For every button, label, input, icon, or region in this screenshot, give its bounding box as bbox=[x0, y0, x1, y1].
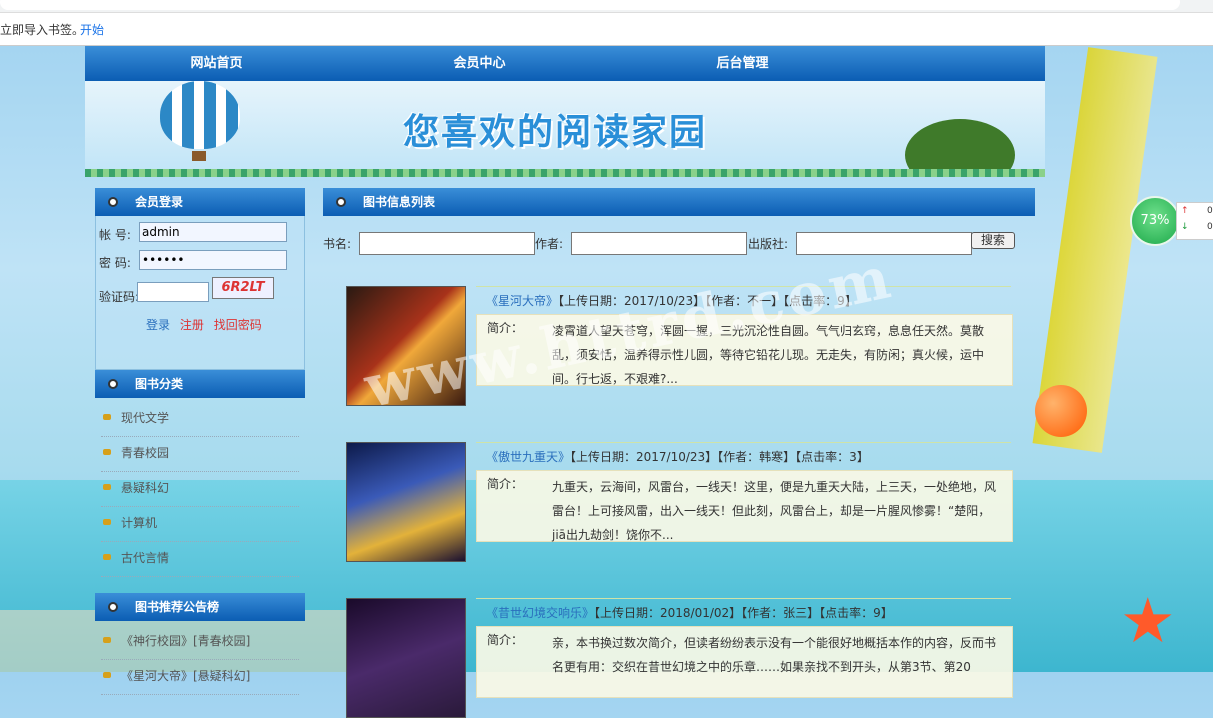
background-cherry bbox=[1035, 385, 1087, 437]
book-intro-box: 简介： 亲，本书换过数次简介，但读者纷纷表示没有一个能很好地概括本作的内容，反而… bbox=[476, 626, 1013, 698]
search-bar: 书名: 作者: 出版社: 搜索 bbox=[323, 232, 1035, 256]
site-container: 网站首页 会员中心 后台管理 您喜欢的阅读家园 会员登录 帐 号: 密 码: 验… bbox=[85, 46, 1045, 718]
category-list: 现代文学 青春校园 悬疑科幻 计算机 古代言情 bbox=[95, 398, 305, 577]
book-cover-image[interactable] bbox=[346, 598, 466, 718]
speed-widget[interactable]: 73% ↑ 0 ↓ 0 bbox=[1130, 196, 1213, 246]
recover-password-link[interactable]: 找回密码 bbox=[214, 318, 262, 332]
book-intro-box: 简介： 九重天，云海间，风雷台，一线天！这里，便是九重天大陆，上三天，一处绝地，… bbox=[476, 470, 1013, 542]
speaker-icon bbox=[103, 449, 111, 455]
author-label: 作者: bbox=[535, 237, 564, 251]
sidebar: 会员登录 帐 号: 密 码: 验证码: 6R2LT 登录 注册 找回密码 图书分… bbox=[95, 188, 305, 695]
author-input[interactable] bbox=[571, 232, 747, 255]
recommend-item[interactable]: 《星河大帝》[悬疑科幻] bbox=[101, 660, 299, 695]
account-label: 帐 号: bbox=[99, 228, 131, 242]
speaker-icon bbox=[103, 519, 111, 525]
book-title-link[interactable]: 《昔世幻境交响乐》 bbox=[486, 606, 594, 620]
category-panel-title: 图书分类 bbox=[95, 370, 305, 398]
speaker-icon bbox=[103, 672, 111, 678]
category-item[interactable]: 现代文学 bbox=[101, 402, 299, 437]
speaker-icon bbox=[103, 414, 111, 420]
book-list-panel-title: 图书信息列表 bbox=[323, 188, 1035, 216]
category-item[interactable]: 古代言情 bbox=[101, 542, 299, 577]
download-arrow-icon: ↓ bbox=[1181, 222, 1189, 232]
book-header: 《傲世九重天》【上传日期：2017/10/23】【作者：韩寒】【点击率：3】 bbox=[486, 448, 869, 465]
login-links: 登录 注册 找回密码 bbox=[146, 316, 268, 333]
book-title-link[interactable]: 《傲世九重天》 bbox=[486, 450, 570, 464]
login-panel-title: 会员登录 bbox=[95, 188, 305, 216]
banner-title: 您喜欢的阅读家园 bbox=[403, 111, 708, 153]
login-link[interactable]: 登录 bbox=[146, 318, 170, 332]
intro-label: 简介： bbox=[487, 477, 524, 491]
bookmark-hint: 立即导入书签。 bbox=[0, 23, 85, 37]
book-header: 《昔世幻境交响乐》【上传日期：2018/01/02】【作者：张三】【点击率：9】 bbox=[486, 604, 893, 621]
divider bbox=[476, 598, 1011, 599]
nav-admin[interactable]: 后台管理 bbox=[611, 46, 874, 81]
background-starfish: ★ bbox=[1120, 584, 1176, 657]
speaker-icon bbox=[103, 637, 111, 643]
password-label: 密 码: bbox=[99, 256, 131, 270]
top-nav: 网站首页 会员中心 后台管理 bbox=[85, 46, 1045, 81]
download-value: 0 bbox=[1207, 222, 1213, 232]
category-label: 古代言情 bbox=[121, 551, 170, 565]
account-input[interactable] bbox=[139, 222, 287, 242]
category-label: 现代文学 bbox=[121, 411, 170, 425]
captcha-label: 验证码: bbox=[99, 290, 140, 304]
category-item[interactable]: 悬疑科幻 bbox=[101, 472, 299, 507]
bullet-icon bbox=[108, 379, 118, 389]
recommend-item[interactable]: 《神行校园》[青春校园] bbox=[101, 625, 299, 660]
banner: 您喜欢的阅读家园 bbox=[85, 81, 1045, 177]
book-description: 九重天，云海间，风雷台，一线天！这里，便是九重天大陆，上三天，一处绝地，风雷台！… bbox=[552, 480, 997, 542]
speaker-icon bbox=[103, 554, 111, 560]
category-label: 青春校园 bbox=[121, 446, 170, 460]
publisher-label: 出版社: bbox=[748, 237, 789, 251]
category-label: 计算机 bbox=[121, 516, 158, 530]
bullet-icon bbox=[336, 197, 346, 207]
category-panel-title-text: 图书分类 bbox=[135, 377, 184, 391]
divider bbox=[476, 442, 1011, 443]
book-item: 《昔世幻境交响乐》【上传日期：2018/01/02】【作者：张三】【点击率：9】… bbox=[346, 598, 1013, 718]
upload-value: 0 bbox=[1207, 206, 1213, 216]
banner-grass bbox=[85, 169, 1045, 177]
bookmark-start-link[interactable]: 开始 bbox=[80, 21, 104, 38]
recommend-label: 《星河大帝》[悬疑科幻] bbox=[121, 669, 251, 683]
nav-member-center[interactable]: 会员中心 bbox=[348, 46, 611, 81]
recommend-list: 《神行校园》[青春校园] 《星河大帝》[悬疑科幻] bbox=[95, 621, 305, 695]
recommend-panel-title-text: 图书推荐公告榜 bbox=[135, 600, 220, 614]
recommend-panel-title: 图书推荐公告榜 bbox=[95, 593, 305, 621]
password-input[interactable] bbox=[139, 250, 287, 270]
category-label: 悬疑科幻 bbox=[121, 481, 170, 495]
register-link[interactable]: 注册 bbox=[180, 318, 204, 332]
speed-panel: ↑ 0 ↓ 0 bbox=[1176, 202, 1213, 240]
login-form: 帐 号: 密 码: 验证码: 6R2LT 登录 注册 找回密码 bbox=[95, 216, 305, 370]
address-bar[interactable] bbox=[0, 0, 1180, 10]
upload-arrow-icon: ↑ bbox=[1181, 206, 1189, 216]
search-button[interactable]: 搜索 bbox=[971, 232, 1015, 249]
hot-air-balloon-image bbox=[160, 81, 240, 149]
intro-label: 简介： bbox=[487, 633, 524, 647]
book-list-panel-title-text: 图书信息列表 bbox=[363, 195, 436, 209]
bullet-icon bbox=[108, 197, 118, 207]
captcha-input[interactable] bbox=[137, 282, 209, 302]
book-item: 《傲世九重天》【上传日期：2017/10/23】【作者：韩寒】【点击率：3】 简… bbox=[346, 442, 1013, 562]
balloon-basket-image bbox=[192, 151, 206, 161]
nav-home[interactable]: 网站首页 bbox=[85, 46, 348, 81]
book-meta: 【上传日期：2017/10/23】【作者：韩寒】【点击率：3】 bbox=[570, 450, 869, 464]
main-content: 图书信息列表 书名: 作者: 出版社: 搜索 《星河大帝》【上传日期：2017/… bbox=[323, 188, 1035, 718]
book-cover-image[interactable] bbox=[346, 442, 466, 562]
recommend-label: 《神行校园》[青春校园] bbox=[121, 634, 251, 648]
speed-percent: 73% bbox=[1130, 196, 1180, 246]
book-name-input[interactable] bbox=[359, 232, 535, 255]
book-name-label: 书名: bbox=[323, 237, 352, 251]
category-item[interactable]: 青春校园 bbox=[101, 437, 299, 472]
login-panel-title-text: 会员登录 bbox=[135, 195, 184, 209]
category-item[interactable]: 计算机 bbox=[101, 507, 299, 542]
browser-toolbar bbox=[0, 0, 1213, 13]
bookmarks-bar: 立即导入书签。 开始 bbox=[0, 13, 1213, 46]
speaker-icon bbox=[103, 484, 111, 490]
bullet-icon bbox=[108, 602, 118, 612]
book-meta: 【上传日期：2018/01/02】【作者：张三】【点击率：9】 bbox=[594, 606, 893, 620]
book-title-link[interactable]: 《星河大帝》 bbox=[486, 294, 558, 308]
captcha-image[interactable]: 6R2LT bbox=[212, 277, 274, 299]
